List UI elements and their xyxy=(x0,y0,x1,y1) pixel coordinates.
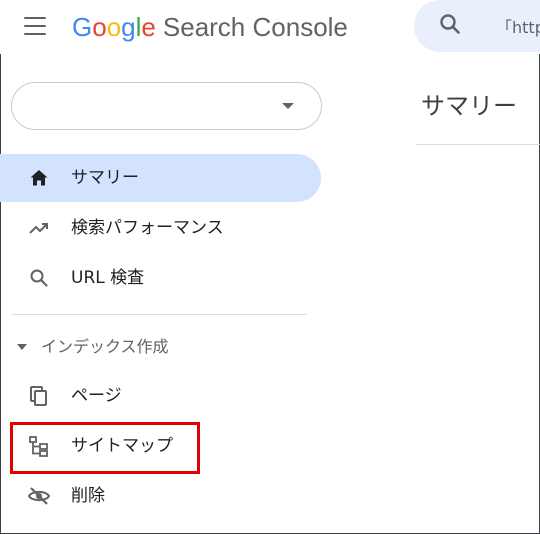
sidebar-item-label: 削除 xyxy=(71,486,105,506)
trending-up-icon xyxy=(29,223,48,234)
main-divider xyxy=(416,144,540,145)
section-label: インデックス作成 xyxy=(41,337,169,356)
sidebar-item-summary[interactable]: サマリー xyxy=(0,154,321,202)
top-app-bar: Google Search Console 「http xyxy=(0,0,540,54)
hamburger-menu-icon[interactable] xyxy=(24,14,48,38)
sidebar-item-label: URL 検査 xyxy=(71,268,145,288)
sidebar-item-removals[interactable]: 削除 xyxy=(0,472,321,520)
dropdown-arrow-icon xyxy=(282,103,294,109)
search-icon xyxy=(30,269,48,287)
sidebar-item-url-inspection[interactable]: URL 検査 xyxy=(0,254,321,302)
section-header-indexing[interactable]: インデックス作成 xyxy=(0,324,321,370)
product-name: Search Console xyxy=(162,12,348,42)
sidebar-item-label: 検索パフォーマンス xyxy=(71,218,224,238)
page-title: サマリー xyxy=(421,92,517,120)
pages-icon xyxy=(30,386,47,406)
search-input-placeholder: 「http xyxy=(496,18,540,37)
sidebar-item-pages[interactable]: ページ xyxy=(0,372,321,420)
sidebar-divider xyxy=(12,314,307,315)
caret-down-icon xyxy=(17,344,27,350)
property-selector[interactable] xyxy=(11,82,322,130)
sidebar-item-label: ページ xyxy=(71,386,122,406)
url-inspection-search[interactable]: 「http xyxy=(414,0,540,52)
property-value xyxy=(32,92,268,120)
search-console-logo[interactable]: Google Search Console xyxy=(72,9,348,45)
sidebar-item-performance[interactable]: 検索パフォーマンス xyxy=(0,204,321,252)
sidebar-item-label: サマリー xyxy=(71,168,139,188)
highlight-annotation-box xyxy=(10,422,200,474)
home-icon xyxy=(30,170,48,186)
removals-icon xyxy=(27,487,51,505)
search-icon xyxy=(440,14,460,34)
